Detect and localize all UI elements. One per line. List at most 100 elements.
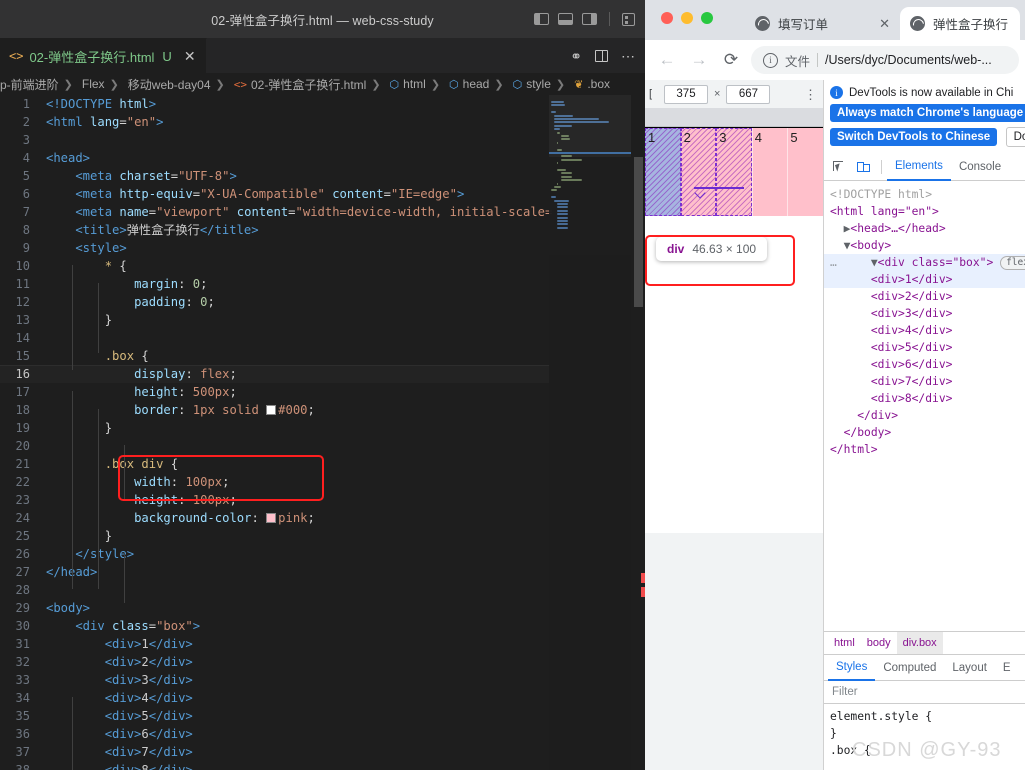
dom-breadcrumb-body[interactable]: body xyxy=(861,632,897,654)
address-bar[interactable]: i 文件 /Users/dyc/Documents/web-... xyxy=(751,46,1019,74)
back-button[interactable]: ← xyxy=(651,44,683,76)
node-menu-icon[interactable]: … xyxy=(830,256,844,269)
dom-tree[interactable]: <!DOCTYPE html> <html lang="en"> ▶<head>…… xyxy=(824,181,1025,458)
code-text: .box div { xyxy=(104,457,179,471)
dom-node[interactable]: <div>5</div> xyxy=(824,339,1025,356)
toggle-primary-sidebar-icon[interactable] xyxy=(534,13,549,25)
expand-toggle-icon[interactable]: ▼ xyxy=(871,256,878,269)
style-rule-line[interactable]: } xyxy=(830,725,1025,742)
color-swatch-icon xyxy=(266,404,277,415)
more-actions-icon[interactable]: ⋯ xyxy=(621,49,635,63)
minimap-line xyxy=(557,162,559,165)
minimap-slider[interactable] xyxy=(549,95,631,157)
split-editor-icon[interactable] xyxy=(595,49,608,62)
flex-item-4[interactable]: 4 xyxy=(751,128,788,216)
editor-scrollbar[interactable] xyxy=(631,95,645,770)
maximize-window-button[interactable] xyxy=(701,12,713,24)
chevron-right-icon: ❯ xyxy=(109,78,119,91)
dont-show-button[interactable]: Don xyxy=(1005,127,1025,147)
dom-node[interactable]: ▼<body> xyxy=(824,237,1025,254)
source-control-branch-icon[interactable]: ⚭ xyxy=(570,49,582,63)
address-bar-url: /Users/dyc/Documents/web-... xyxy=(825,53,992,67)
flex-item-2[interactable]: 2 xyxy=(680,128,717,216)
customize-layout-icon[interactable] xyxy=(622,12,635,26)
code-text: <head> xyxy=(46,151,91,165)
styles-tab-computed[interactable]: Computed xyxy=(875,655,944,680)
close-window-button[interactable] xyxy=(661,12,673,24)
always-match-language-button[interactable]: Always match Chrome's language xyxy=(830,104,1025,122)
dom-node[interactable]: ▶<head>…</head> xyxy=(824,220,1025,237)
styles-tab-e[interactable]: E xyxy=(995,655,1019,680)
code-text: height: 100px; xyxy=(134,493,237,507)
editor-scrollbar-thumb[interactable] xyxy=(634,157,643,307)
dom-node[interactable]: <html lang="en"> xyxy=(824,203,1025,220)
breadcrumb-item[interactable]: ❯ ⬡ head xyxy=(426,77,490,91)
switch-devtools-chinese-button[interactable]: Switch DevTools to Chinese xyxy=(830,128,998,146)
flex-badge[interactable]: flex xyxy=(1000,256,1025,270)
styles-tab-layout[interactable]: Layout xyxy=(944,655,995,680)
reload-button[interactable]: ⟳ xyxy=(715,44,747,76)
device-more-options-icon[interactable]: ⋮ xyxy=(804,88,819,101)
flex-item-label: 3 xyxy=(719,130,727,145)
dom-node[interactable]: <div>8</div> xyxy=(824,390,1025,407)
banner-buttons-row-1: Always match Chrome's language xyxy=(830,99,1025,122)
forward-button[interactable]: → xyxy=(683,44,715,76)
styles-tab-styles[interactable]: Styles xyxy=(828,654,876,681)
device-select[interactable]: [ xyxy=(649,88,658,100)
dom-node[interactable]: <div>2</div> xyxy=(824,288,1025,305)
close-icon[interactable]: ✕ xyxy=(184,49,196,63)
dom-node[interactable]: <div>6</div> xyxy=(824,356,1025,373)
viewport-width-input[interactable]: 375 xyxy=(664,84,708,104)
dom-node[interactable]: <div>3</div> xyxy=(824,305,1025,322)
dom-node[interactable]: <div>7</div> xyxy=(824,373,1025,390)
breadcrumb-item[interactable]: ❯ ⬡ style xyxy=(489,77,551,91)
minimize-window-button[interactable] xyxy=(681,12,693,24)
breadcrumb-item[interactable]: ❯ ❦ .box xyxy=(551,77,610,91)
tab-elements[interactable]: Elements xyxy=(887,154,951,181)
tab-console[interactable]: Console xyxy=(951,155,1009,180)
site-info-icon[interactable]: i xyxy=(763,52,778,68)
dom-breadcrumb-bar[interactable]: html body div.box xyxy=(824,631,1025,654)
browser-tab-flex[interactable]: 弹性盒子换行 xyxy=(900,7,1020,40)
breadcrumb-item[interactable]: ❯ 移动web-day04 xyxy=(105,76,211,93)
minimap-line xyxy=(560,179,582,182)
dom-node[interactable]: <div>4</div> xyxy=(824,322,1025,339)
code-editor[interactable]: 1 <!DOCTYPE html> 2 <html lang="en"> 3 4 <head… xyxy=(0,95,645,770)
editor-tab-flex-html[interactable]: <> 02-弹性盒子换行.html U ✕ xyxy=(0,38,207,73)
breadcrumb-item[interactable]: ❯ Flex xyxy=(59,77,105,91)
page-viewport[interactable]: 1 2 3 4 5 div 46.63 × 100 xyxy=(645,127,823,652)
style-rule-line[interactable]: element.style { xyxy=(830,708,1025,725)
toggle-secondary-sidebar-icon[interactable] xyxy=(582,13,597,25)
line-number: 22 xyxy=(15,475,30,489)
styles-rules[interactable]: element.style {} .box { xyxy=(824,704,1025,770)
info-icon: i xyxy=(830,86,843,99)
styles-tabbar[interactable]: Styles Computed Layout E xyxy=(824,654,1025,681)
dom-breadcrumb-div-box[interactable]: div.box xyxy=(896,632,943,654)
node-text: <div>2</div> xyxy=(870,290,953,303)
dom-node[interactable]: </div> xyxy=(824,407,1025,424)
dom-node[interactable]: <!DOCTYPE html> xyxy=(824,186,1025,203)
dom-breadcrumb-html[interactable]: html xyxy=(828,632,861,654)
dom-node[interactable]: … ▼<div class="box"> flex xyxy=(824,254,1025,271)
flex-item-label: 5 xyxy=(790,130,798,145)
device-toolbar-button[interactable] xyxy=(852,157,874,177)
viewport-height-input[interactable]: 667 xyxy=(726,84,771,104)
flex-item-1[interactable]: 1 xyxy=(645,128,681,216)
editor-minimap[interactable] xyxy=(549,95,631,770)
node-text: <div>8</div> xyxy=(870,392,953,405)
flex-item-3[interactable]: 3 xyxy=(716,128,752,216)
vscode-editor-actions: ⚭ ⋯ xyxy=(570,38,635,73)
dom-node[interactable]: </html> xyxy=(824,441,1025,458)
flex-item-5[interactable]: 5 xyxy=(787,128,823,216)
toggle-panel-icon[interactable] xyxy=(558,13,573,25)
breadcrumb-item[interactable]: p-前端进阶 xyxy=(0,76,59,93)
browser-tab-order[interactable]: 填写订单 ✕ xyxy=(745,7,900,40)
breadcrumb-item[interactable]: ❯ ⬡ html xyxy=(366,77,426,91)
breadcrumb-item[interactable]: ❯ <> 02-弹性盒子换行.html xyxy=(211,76,367,93)
dom-node[interactable]: <div>1</div> xyxy=(824,271,1025,288)
styles-filter-input[interactable]: Filter xyxy=(824,681,1025,704)
style-rule-line[interactable]: .box { xyxy=(830,742,1025,759)
inspect-element-button[interactable] xyxy=(828,157,850,177)
close-icon[interactable]: ✕ xyxy=(879,16,890,32)
dom-node[interactable]: </body> xyxy=(824,424,1025,441)
